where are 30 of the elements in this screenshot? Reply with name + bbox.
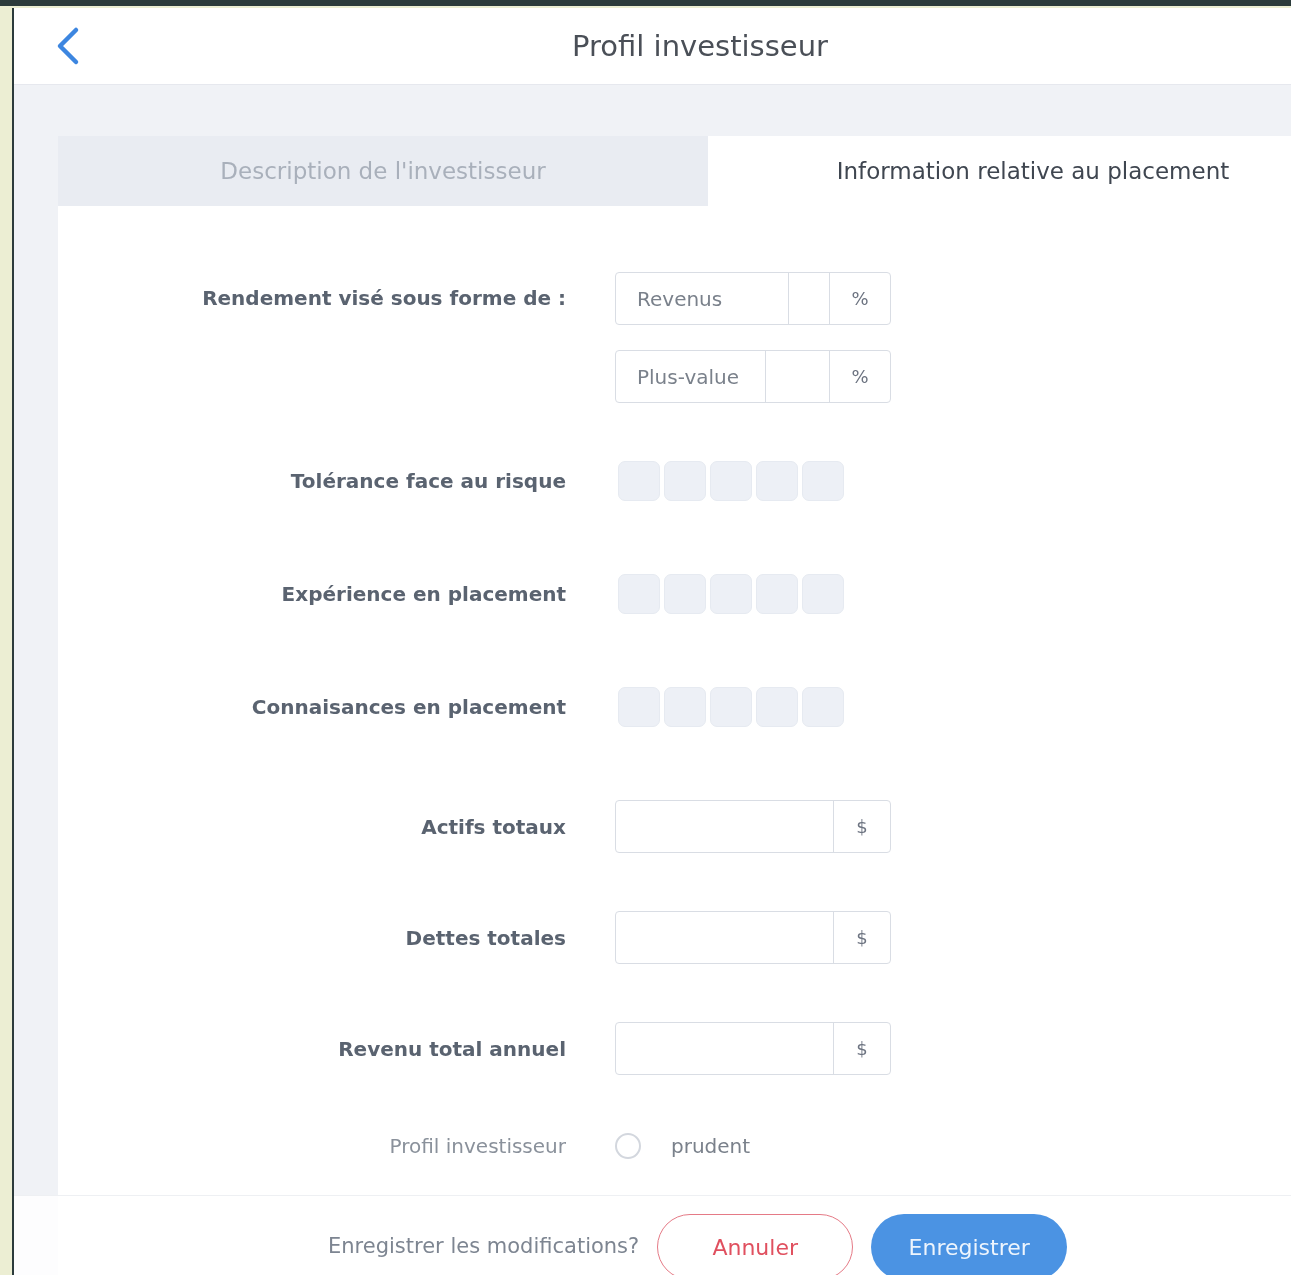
save-button[interactable]: Enregistrer <box>871 1214 1068 1275</box>
radio-label: prudent <box>671 1134 751 1158</box>
unit-label: $ <box>833 912 890 963</box>
input-field[interactable]: $ <box>615 800 891 853</box>
field-label: Connaisances en placement <box>250 695 566 719</box>
rating-scale[interactable] <box>615 461 844 501</box>
field-label: Expérience en placement <box>280 582 566 606</box>
input-prefix: Revenus <box>616 273 789 324</box>
unit-label: % <box>829 273 890 324</box>
field-label: Actifs totaux <box>420 814 566 839</box>
field-label: Revenu total annuel <box>337 1036 566 1061</box>
field-label: Rendement visé sous forme de : <box>201 285 566 310</box>
field-label: Profil investisseur <box>388 1134 566 1158</box>
save-prompt: Enregistrer les modifications? <box>328 1234 640 1258</box>
input-field[interactable]: Revenus % <box>615 272 891 325</box>
cancel-button[interactable]: Annuler <box>657 1214 854 1275</box>
field-label: Tolérance face au risque <box>289 469 566 493</box>
rating-scale[interactable] <box>615 687 844 727</box>
input-field[interactable]: $ <box>615 1022 891 1075</box>
radio-button[interactable] <box>615 1133 641 1159</box>
input-field[interactable]: $ <box>615 911 891 964</box>
page-title: Profil investisseur <box>571 29 829 63</box>
input-prefix: Plus-value <box>616 351 766 402</box>
rating-scale[interactable] <box>615 574 844 614</box>
unit-label: $ <box>833 1023 890 1074</box>
unit-label: % <box>829 351 890 402</box>
field-label: Dettes totales <box>404 925 566 950</box>
tab[interactable]: Information relative au placement <box>708 136 1291 206</box>
unit-label: $ <box>833 801 890 852</box>
input-field[interactable]: Plus-value % <box>615 350 891 403</box>
